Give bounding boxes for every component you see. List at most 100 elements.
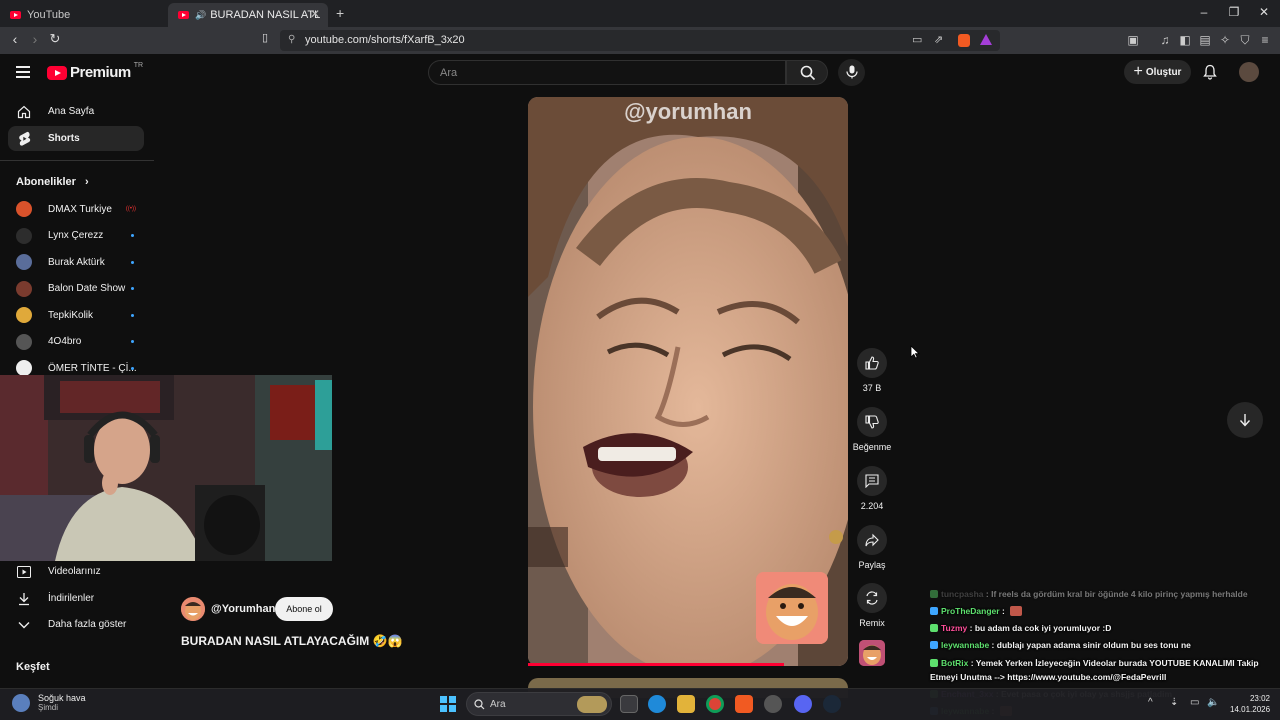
wallet-icon[interactable]: ▤ [1198,33,1212,47]
subscription-name: TepkiKolik [48,309,94,321]
chat-separator: : [968,658,976,668]
sidebar-item-your-videos[interactable]: Videolarınız [8,559,144,584]
shorts-video-player[interactable]: @yorumhan [528,97,848,666]
subscribe-button[interactable]: Abone ol [275,597,333,621]
chat-badge-icon [930,659,938,667]
next-short-button[interactable] [1227,402,1263,438]
youtube-favicon-icon [10,11,21,19]
file-explorer-icon[interactable] [677,695,695,713]
close-tab-icon[interactable]: ✕ [310,7,320,21]
media-icon[interactable]: ♫ [1158,33,1172,47]
subscription-item[interactable]: Balon Date Show [16,279,138,299]
new-content-dot-icon [131,340,134,343]
new-tab-button[interactable]: + [336,5,344,21]
windows-start-icon[interactable] [440,696,456,712]
volume-icon[interactable]: 🔈 [1207,697,1219,708]
forward-icon[interactable]: › [26,31,44,47]
tab-shorts[interactable]: 🔊 BURADAN NASIL ATLAYACAĞ ✕ [168,3,328,27]
taskbar-search[interactable]: Ara [466,692,612,716]
plus-icon: + [1133,63,1143,80]
sidebar-toggle-icon[interactable]: ▣ [1126,33,1140,47]
site-info-icon[interactable]: ⚲ [288,34,295,45]
notifications-button[interactable] [1202,64,1218,80]
channel-name[interactable]: @Yorumhan [211,603,275,615]
cast-icon[interactable]: ▭ [912,33,922,46]
subscription-item[interactable]: TepkiKolik [16,305,138,325]
edge-icon[interactable] [648,695,666,713]
sidebar-item-show-more[interactable]: Daha fazla göster [8,612,144,637]
back-icon[interactable]: ‹ [6,31,24,47]
subscription-item[interactable]: Lynx Çerezz [16,226,138,246]
close-window-icon[interactable]: ✕ [1256,5,1272,19]
tray-overflow-icon[interactable]: ^ [1148,697,1153,708]
weather-widget[interactable]: Soğuk hava Şimdi [12,693,86,712]
subscription-item[interactable]: DMAX Turkiye ((•)) [16,199,138,219]
sidebar-item-downloads[interactable]: İndirilenler [8,586,144,611]
remix-button[interactable]: Remix [852,583,892,628]
chrome-icon[interactable] [706,695,724,713]
vpn-shield-icon[interactable]: ⛉ [1238,33,1252,47]
voice-search-button[interactable] [838,59,865,86]
brave-shield-icon[interactable] [958,34,970,47]
new-content-dot-icon [131,366,134,370]
like-count: 37 B [862,383,882,393]
steam-icon[interactable] [823,695,841,713]
dislike-button[interactable]: Beğenme [852,407,892,452]
tab-youtube[interactable]: YouTube [0,3,166,27]
sidebar-panel-icon[interactable]: ◧ [1178,33,1192,47]
url-text: youtube.com/shorts/fXarfB_3x20 [305,34,465,46]
video-watermark: @yorumhan [624,99,752,124]
restore-icon[interactable]: ❐ [1226,5,1242,19]
chat-username: tuncpasha [941,589,984,599]
obs-icon[interactable] [764,695,782,713]
clock-time: 23:02 [1249,694,1270,703]
brave-icon[interactable] [735,695,753,713]
tray-download-icon[interactable]: ⇣ [1170,697,1178,708]
taskbar-clock[interactable]: 23:02 14.01.2026 [1230,693,1270,715]
sidebar-divider [0,160,154,161]
video-progress-bar[interactable] [528,663,784,666]
search-icon [800,65,816,81]
share-button[interactable]: Paylaş [852,525,892,570]
subscription-item[interactable]: 4O4bro [16,332,138,352]
new-content-dot-icon [131,260,134,264]
sound-source-thumbnail[interactable] [859,640,885,666]
guide-menu-icon[interactable] [16,66,30,78]
share-icon [865,533,879,547]
comment-count: 2.204 [860,501,884,511]
url-field[interactable]: ⚲ youtube.com/shorts/fXarfB_3x20 ▭ ⇗ [280,30,1000,51]
weather-title: Soğuk hava [38,693,86,703]
clock-date: 14.01.2026 [1230,705,1271,714]
comments-button[interactable]: 2.204 [852,466,892,511]
sidebar-item-home[interactable]: Ana Sayfa [8,99,144,124]
chat-text: If reels da gördüm kral bir öğünde 4 kil… [991,589,1248,599]
channel-avatar[interactable] [181,597,205,621]
like-button[interactable]: 37 B [852,348,892,393]
subscription-name: ÖMER TİNTE - Çİ... [48,362,137,374]
brave-rewards-icon[interactable] [980,34,992,45]
account-avatar[interactable] [1239,62,1259,82]
share-page-icon[interactable]: ⇗ [934,33,943,46]
new-content-dot-icon [131,287,134,290]
subscriptions-heading[interactable]: Abonelikler › [16,176,89,188]
new-content-dot-icon [131,234,134,237]
subscription-item[interactable]: Burak Aktürk [16,252,138,272]
discord-icon[interactable] [794,695,812,713]
task-view-icon[interactable] [620,695,638,713]
youtube-premium-logo[interactable]: Premium TR [47,62,143,81]
chat-badge-icon [930,641,938,649]
search-button[interactable] [786,60,828,85]
sidebar-item-shorts[interactable]: Shorts [8,126,144,151]
minimize-icon[interactable]: – [1196,5,1212,19]
subscription-name: 4O4bro [48,336,82,347]
search-highlight-icon [577,696,607,713]
menu-icon[interactable]: ≡ [1258,33,1272,47]
thumbs-up-icon [865,356,879,370]
reload-icon[interactable]: ↻ [46,31,64,47]
create-button[interactable]: + Oluştur [1124,60,1191,84]
monitor-icon[interactable]: ▭ [1190,697,1199,708]
bookmark-icon[interactable]: ▯ [256,31,274,44]
search-input[interactable]: Ara [428,60,786,85]
browser-tab-strip: YouTube 🔊 BURADAN NASIL ATLAYACAĞ ✕ + – … [0,0,1280,27]
leo-ai-icon[interactable]: ✧ [1218,33,1232,47]
